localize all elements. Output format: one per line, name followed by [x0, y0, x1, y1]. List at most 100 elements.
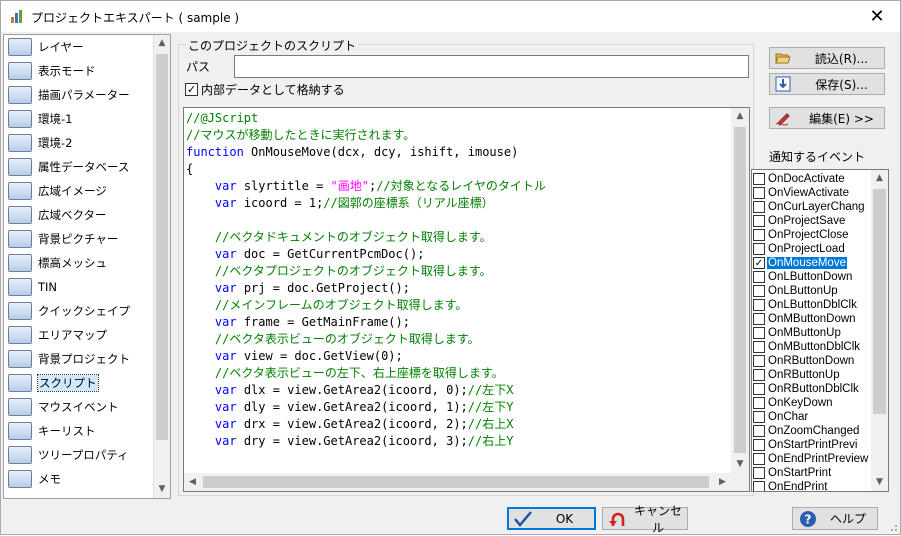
event-checkbox[interactable] — [753, 355, 765, 367]
edit-button[interactable]: 編集(E) >> — [769, 107, 885, 129]
event-item[interactable]: OnViewActivate — [753, 186, 871, 200]
scroll-down-icon[interactable]: ▼ — [871, 474, 888, 491]
event-checkbox[interactable] — [753, 285, 765, 297]
category-list[interactable]: レイヤー 表示モード 描画パラメーター 環境-1 環境-2 属性データベース広域イメージ広… — [3, 34, 171, 499]
event-item[interactable]: OnCurLayerChang — [753, 200, 871, 214]
scroll-down-icon[interactable]: ▼ — [731, 456, 749, 473]
checkbox-icon[interactable]: ✓ — [185, 83, 198, 96]
event-checkbox[interactable] — [753, 201, 765, 213]
scroll-thumb[interactable] — [203, 476, 709, 488]
event-checkbox[interactable] — [753, 383, 765, 395]
scroll-down-icon[interactable]: ▼ — [154, 481, 170, 498]
event-checkbox[interactable] — [753, 439, 765, 451]
path-input[interactable] — [234, 55, 749, 78]
category-item[interactable]: 広域ベクター — [4, 203, 154, 227]
event-checkbox[interactable] — [753, 397, 765, 409]
category-item[interactable]: 広域イメージ — [4, 179, 154, 203]
scroll-up-icon[interactable]: ▲ — [731, 108, 749, 125]
editor-horizontal-scrollbar[interactable]: ◀ ▶ — [184, 473, 731, 491]
event-item[interactable]: OnEndPrint — [753, 480, 871, 491]
help-button[interactable]: ? ヘルプ — [792, 507, 878, 530]
event-item[interactable]: OnProjectClose — [753, 228, 871, 242]
category-scrollbar[interactable]: ▲ ▼ — [153, 35, 170, 498]
event-checkbox[interactable] — [753, 299, 765, 311]
event-item[interactable]: OnProjectLoad — [753, 242, 871, 256]
load-button[interactable]: 読込(R)... — [769, 47, 885, 69]
scroll-up-icon[interactable]: ▲ — [154, 35, 170, 52]
resize-grip-icon[interactable] — [888, 522, 898, 532]
category-item[interactable]: 標高メッシュ — [4, 251, 154, 275]
event-checkbox[interactable]: ✓ — [753, 257, 765, 269]
script-editor[interactable]: //@JScript //マウスが移動したときに実行されます。 function O… — [183, 107, 750, 492]
event-checkbox[interactable] — [753, 411, 765, 423]
scroll-thumb[interactable] — [156, 54, 168, 440]
category-item-label: 属性データベース — [38, 160, 130, 174]
category-item[interactable]: キーリスト — [4, 419, 154, 443]
event-item[interactable]: OnStartPrint — [753, 466, 871, 480]
ok-button[interactable]: OK — [507, 507, 596, 530]
category-item[interactable]: マウスイベント — [4, 395, 154, 419]
event-checkbox[interactable] — [753, 229, 765, 241]
event-checkbox[interactable] — [753, 341, 765, 353]
event-checkbox[interactable] — [753, 243, 765, 255]
event-list-scrollbar[interactable]: ▲ ▼ — [871, 170, 888, 491]
category-item[interactable]: 環境-2 — [4, 131, 154, 155]
event-item[interactable]: OnLButtonDblClk — [753, 298, 871, 312]
event-item[interactable]: OnRButtonDown — [753, 354, 871, 368]
event-item[interactable]: OnProjectSave — [753, 214, 871, 228]
scroll-right-icon[interactable]: ▶ — [714, 473, 731, 491]
scroll-thumb[interactable] — [873, 189, 886, 414]
store-internal-checkbox[interactable]: ✓ 内部データとして格納する — [185, 81, 345, 98]
editor-vertical-scrollbar[interactable]: ▲ ▼ — [731, 108, 749, 473]
event-checkbox[interactable] — [753, 271, 765, 283]
event-item[interactable]: OnRButtonUp — [753, 368, 871, 382]
event-checkbox[interactable] — [753, 481, 765, 491]
event-item[interactable]: OnDocActivate — [753, 172, 871, 186]
category-item[interactable]: 背景プロジェクト — [4, 347, 154, 371]
event-item[interactable]: OnLButtonDown — [753, 270, 871, 284]
category-item[interactable]: 描画パラメーター — [4, 83, 154, 107]
scroll-thumb[interactable] — [734, 127, 746, 453]
script-code[interactable]: //@JScript //マウスが移動したときに実行されます。 function O… — [186, 110, 730, 470]
category-item[interactable]: ツリープロパティ — [4, 443, 154, 467]
event-checkbox[interactable] — [753, 313, 765, 325]
event-item[interactable]: OnMButtonDown — [753, 312, 871, 326]
category-item[interactable]: 背景ピクチャー — [4, 227, 154, 251]
event-item[interactable]: OnMButtonDblClk — [753, 340, 871, 354]
event-checkbox[interactable] — [753, 369, 765, 381]
title-bar[interactable]: プロジェクトエキスパート ( sample ) ✕ — [1, 1, 900, 32]
event-item[interactable]: ✓ OnMouseMove — [753, 256, 871, 270]
event-item[interactable]: OnZoomChanged — [753, 424, 871, 438]
category-item[interactable]: 表示モード — [4, 59, 154, 83]
category-item[interactable]: メモ — [4, 467, 154, 491]
category-item[interactable]: エリアマップ — [4, 323, 154, 347]
event-checkbox[interactable] — [753, 215, 765, 227]
category-item[interactable]: TIN — [4, 275, 154, 299]
category-item[interactable]: クイックシェイプ — [4, 299, 154, 323]
event-item[interactable]: OnChar — [753, 410, 871, 424]
event-checkbox[interactable] — [753, 187, 765, 199]
event-checkbox[interactable] — [753, 425, 765, 437]
cancel-button[interactable]: キャンセル — [602, 504, 688, 535]
scroll-up-icon[interactable]: ▲ — [871, 170, 888, 187]
event-item[interactable]: OnMButtonUp — [753, 326, 871, 340]
event-list[interactable]: OnDocActivate OnViewActivate OnCurLayerCha… — [751, 169, 889, 492]
event-checkbox[interactable] — [753, 173, 765, 185]
close-button[interactable]: ✕ — [854, 1, 900, 32]
category-item[interactable]: 環境-1 — [4, 107, 154, 131]
event-checkbox[interactable] — [753, 453, 765, 465]
event-item[interactable]: OnRButtonDblClk — [753, 382, 871, 396]
category-item[interactable]: レイヤー — [4, 35, 154, 59]
scroll-left-icon[interactable]: ◀ — [184, 473, 201, 491]
category-item-label: エリアマップ — [38, 328, 107, 342]
category-item[interactable]: 属性データベース — [4, 155, 154, 179]
category-item[interactable]: スクリプト — [4, 371, 154, 395]
save-button[interactable]: 保存(S)... — [769, 73, 885, 95]
event-item[interactable]: OnEndPrintPreview — [753, 452, 871, 466]
event-item[interactable]: OnLButtonUp — [753, 284, 871, 298]
event-item[interactable]: OnKeyDown — [753, 396, 871, 410]
event-checkbox[interactable] — [753, 467, 765, 479]
event-checkbox[interactable] — [753, 327, 765, 339]
event-item[interactable]: OnStartPrintPrevi — [753, 438, 871, 452]
